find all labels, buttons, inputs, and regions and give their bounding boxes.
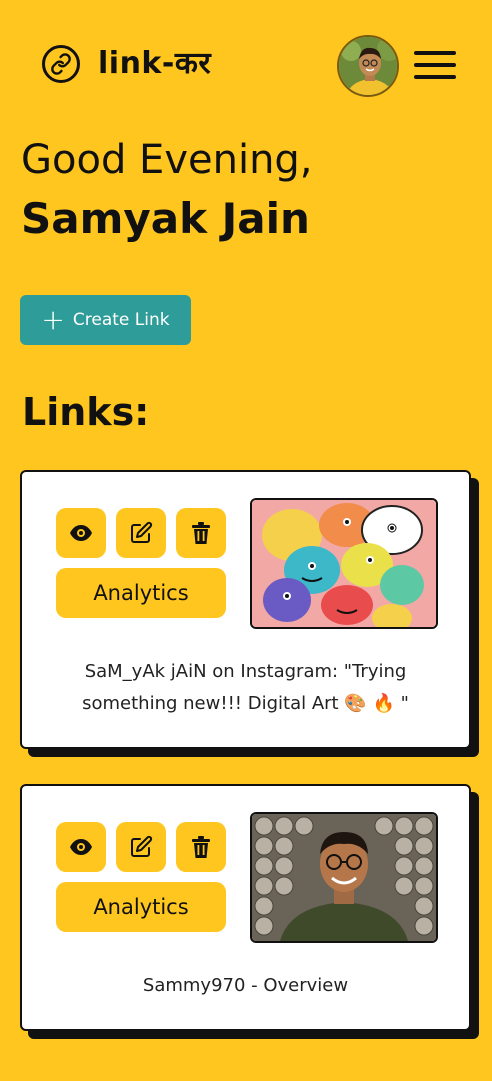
edit-button[interactable] [116,508,166,558]
plus-icon: + [41,303,65,336]
delete-button[interactable] [176,508,226,558]
logo-text: link-कर [98,46,212,81]
edit-button[interactable] [116,822,166,872]
create-link-label: Create Link [72,310,170,330]
create-link-button[interactable]: + Create Link [20,295,191,345]
link-icon [42,45,80,83]
avatar[interactable] [337,35,399,97]
link-thumbnail[interactable] [250,812,438,943]
edit-icon [131,835,153,857]
link-card: Analytics Sammy970 - Overview [20,784,471,1031]
edit-icon [131,521,153,543]
view-button[interactable] [56,822,106,872]
delete-button[interactable] [176,822,226,872]
app-header: link-कर [0,0,492,130]
eye-icon [70,525,92,541]
links-heading: Links: [22,390,150,434]
analytics-button[interactable]: Analytics [56,568,226,618]
user-name: Samyak Jain [21,194,310,243]
link-title[interactable]: SaM_yAk jAiN on Instagram: "Trying somet… [42,656,449,720]
eye-icon [70,839,92,855]
logo[interactable]: link-कर [42,45,211,83]
link-card: Analytics SaM_yAk jAiN on Instagram: "Tr… [20,470,471,749]
trash-icon [192,836,210,858]
trash-icon [192,522,210,544]
hamburger-menu-icon[interactable] [414,47,458,83]
analytics-button[interactable]: Analytics [56,882,226,932]
view-button[interactable] [56,508,106,558]
link-title[interactable]: Sammy970 - Overview [42,970,449,1002]
link-thumbnail[interactable] [250,498,438,629]
greeting-text: Good Evening, [21,137,313,183]
